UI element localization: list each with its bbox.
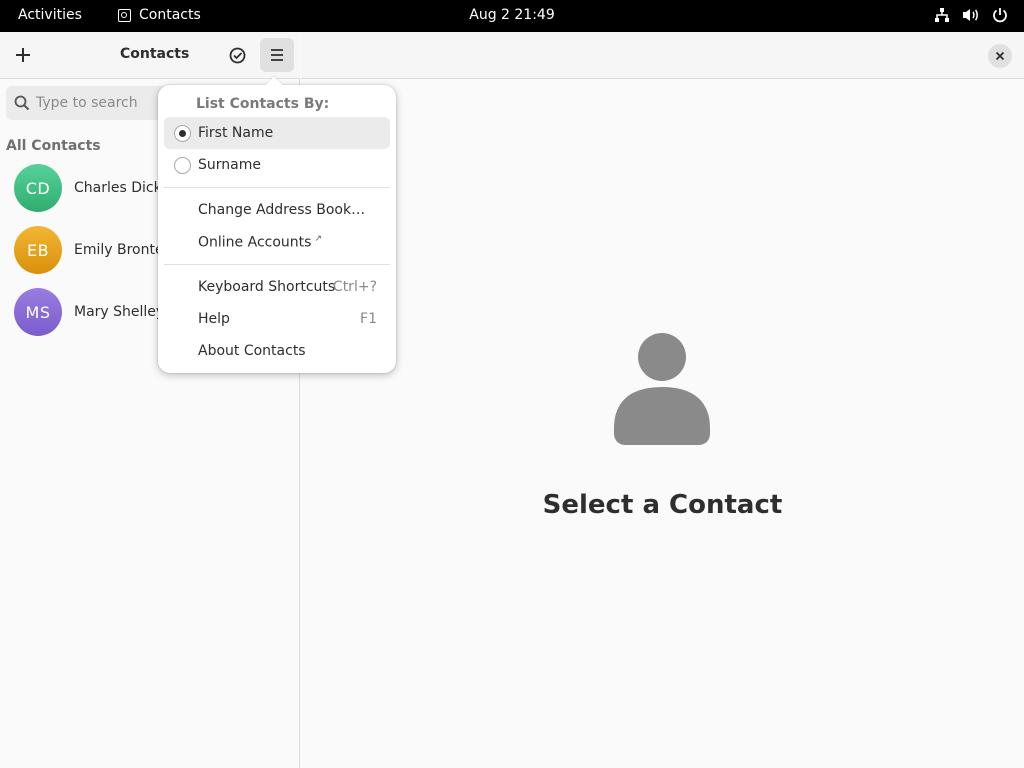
- menu-item-label: Help: [198, 311, 230, 327]
- sidebar-header: Contacts: [0, 32, 300, 79]
- close-icon: [995, 51, 1005, 61]
- person-placeholder-icon: [614, 333, 710, 445]
- check-circle-icon: [229, 47, 245, 63]
- selection-mode-button[interactable]: [220, 38, 254, 72]
- menu-item-label: About Contacts: [198, 343, 306, 359]
- menu-item-label: Surname: [198, 157, 261, 173]
- sidebar-title: Contacts: [120, 46, 190, 62]
- change-address-book-item[interactable]: Change Address Book…: [164, 194, 390, 226]
- close-window-button[interactable]: [988, 44, 1012, 68]
- app-menu-label: Contacts: [139, 7, 201, 23]
- menu-item-label: Change Address Book…: [198, 202, 366, 218]
- contact-name: Emily Bronte: [74, 242, 164, 258]
- plus-icon: [16, 48, 30, 62]
- menu-item-label: Keyboard Shortcuts: [198, 279, 336, 295]
- sort-first-name-option[interactable]: First Name: [164, 117, 390, 149]
- top-bar: Activities Contacts Aug 2 21:49: [0, 0, 1024, 32]
- keyboard-shortcuts-item[interactable]: Keyboard Shortcuts Ctrl+?: [164, 271, 390, 303]
- search-icon: [14, 95, 30, 111]
- radio-unselected-icon: [174, 156, 191, 174]
- menu-separator: [164, 264, 390, 265]
- activities-button[interactable]: Activities: [18, 7, 82, 23]
- menu-heading: List Contacts By:: [196, 96, 330, 112]
- about-item[interactable]: About Contacts: [164, 335, 390, 367]
- app-menu-button[interactable]: Contacts: [118, 7, 201, 23]
- main-menu-popover: List Contacts By: First Name Surname Cha…: [158, 76, 396, 373]
- contact-name: Mary Shelley: [74, 304, 165, 320]
- contact-detail-pane: Select a Contact: [301, 32, 1024, 768]
- radio-selected-icon: [174, 124, 191, 142]
- external-link-icon: ↗: [314, 233, 322, 244]
- shortcut-accel: Ctrl+?: [332, 279, 377, 295]
- hamburger-icon: [271, 49, 283, 61]
- menu-separator: [164, 187, 390, 188]
- clock[interactable]: Aug 2 21:49: [469, 7, 555, 23]
- menu-item-label: First Name: [198, 125, 274, 141]
- system-tray[interactable]: [934, 7, 1008, 23]
- contacts-app-icon: [118, 8, 131, 22]
- empty-state-title: Select a Contact: [542, 490, 783, 520]
- sort-surname-option[interactable]: Surname: [164, 149, 390, 181]
- add-contact-button[interactable]: [6, 38, 40, 72]
- detail-header: [301, 32, 1024, 79]
- avatar: CD: [14, 164, 62, 212]
- main-menu-button[interactable]: [260, 38, 294, 72]
- network-icon: [934, 7, 950, 23]
- avatar: EB: [14, 226, 62, 274]
- volume-icon: [962, 7, 980, 23]
- help-item[interactable]: Help F1: [164, 303, 390, 335]
- section-label: All Contacts: [6, 138, 101, 154]
- online-accounts-item[interactable]: Online Accounts ↗: [164, 226, 390, 258]
- power-icon: [992, 7, 1008, 23]
- shortcut-accel: F1: [360, 311, 377, 327]
- avatar: MS: [14, 288, 62, 336]
- search-placeholder: Type to search: [36, 95, 138, 111]
- menu-item-label: Online Accounts ↗: [198, 233, 322, 251]
